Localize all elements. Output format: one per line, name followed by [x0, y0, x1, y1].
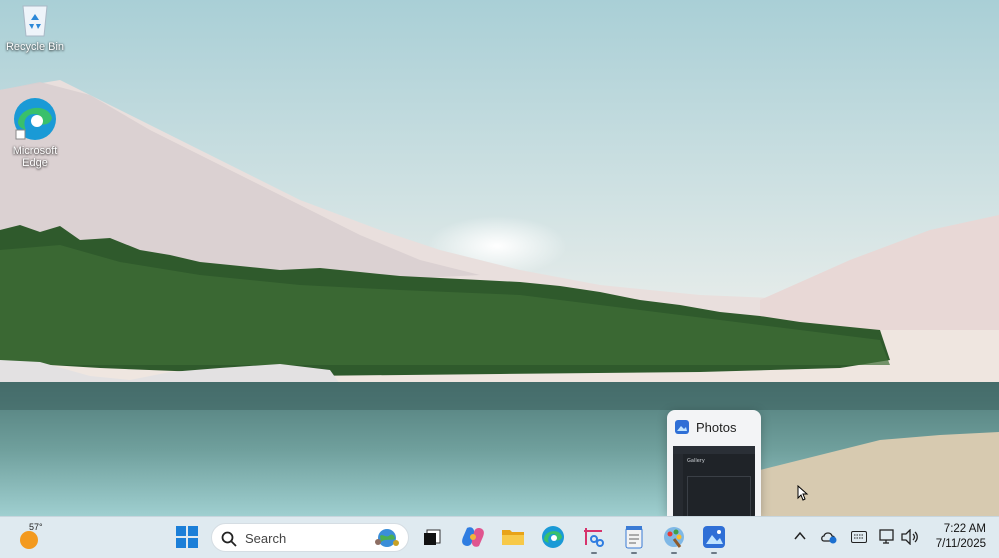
file-explorer-icon: [502, 530, 524, 545]
search-placeholder: Search: [245, 531, 287, 546]
desktop: Recycle Bin Microsoft Edge Photos Galler…: [0, 0, 999, 516]
thumbnail-titlebar: [673, 446, 755, 454]
copilot-icon: [462, 527, 484, 547]
keyboard-icon[interactable]: [851, 531, 867, 543]
file-explorer-button[interactable]: [498, 522, 528, 552]
preview-header: Photos: [667, 410, 761, 444]
edge-icon: [14, 98, 56, 140]
snipping-tool-icon: [584, 528, 604, 547]
taskbar: 57° Search 7:22 AM 7/11/2025: [0, 516, 999, 558]
desktop-icon-edge[interactable]: Microsoft Edge: [0, 96, 70, 169]
onedrive-icon[interactable]: [820, 530, 838, 544]
copilot-button[interactable]: [458, 522, 488, 552]
start-button[interactable]: [172, 522, 202, 552]
wallpaper: [0, 0, 999, 516]
thumbnail-content: [687, 476, 751, 516]
preview-thumbnail: Gallery: [673, 446, 755, 516]
notepad-icon: [625, 526, 643, 549]
chevron-up-icon[interactable]: [794, 531, 806, 541]
start-icon: [176, 526, 198, 548]
paint-button[interactable]: [659, 522, 689, 554]
running-indicator: [591, 552, 597, 554]
running-indicator: [671, 552, 677, 554]
desktop-icon-recycle-bin[interactable]: Recycle Bin: [0, 0, 70, 53]
running-indicator: [631, 552, 637, 554]
snipping-tool-button[interactable]: [579, 522, 609, 554]
thumbnail-heading: Gallery: [687, 458, 705, 464]
edge-button[interactable]: [538, 522, 568, 552]
search-icon: [221, 531, 237, 547]
weather-temp: 57°: [29, 522, 43, 532]
task-view-button[interactable]: [417, 522, 447, 552]
desktop-icon-label: Recycle Bin: [5, 41, 65, 53]
search-box[interactable]: Search: [211, 523, 409, 552]
clock-time: 7:22 AM: [943, 523, 986, 535]
clock-date: 7/11/2025: [935, 538, 986, 550]
mouse-cursor-icon: [797, 485, 809, 501]
network-icon[interactable]: [879, 529, 897, 545]
paint-icon: [664, 527, 684, 548]
photos-icon: [703, 526, 725, 548]
volume-icon[interactable]: [901, 529, 919, 545]
search-highlight-globe-icon: [375, 529, 399, 547]
taskbar-preview-photos[interactable]: Photos Gallery: [667, 410, 761, 516]
clock[interactable]: 7:22 AM 7/11/2025: [926, 522, 986, 552]
photos-button[interactable]: [699, 522, 729, 554]
photos-icon: [675, 420, 689, 434]
preview-title: Photos: [696, 419, 737, 435]
running-indicator: [711, 552, 717, 554]
edge-icon: [542, 526, 564, 548]
thumbnail-sidebar: [673, 454, 683, 516]
notepad-button[interactable]: [619, 522, 649, 554]
task-view-icon: [424, 529, 441, 545]
desktop-icon-label: Microsoft Edge: [12, 145, 58, 169]
recycle-bin-icon: [22, 5, 48, 37]
